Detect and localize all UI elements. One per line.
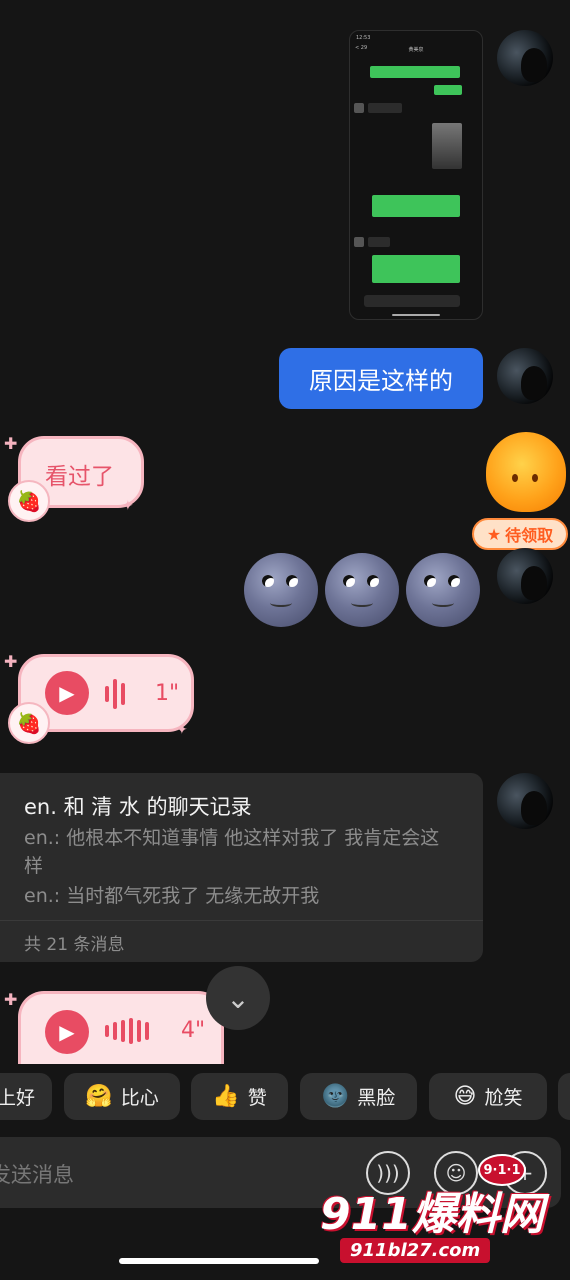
quick-reply-label: 上好 [0,1087,35,1109]
mini-white-bubble [368,237,390,247]
moon-emoji-icon [325,553,399,627]
play-icon[interactable]: ▶ [45,1010,89,1054]
outgoing-text-bubble[interactable]: 原因是这样的 [279,348,483,409]
outgoing-text: 原因是这样的 [309,367,453,395]
scroll-to-bottom-button[interactable]: ⌄ [206,966,270,1030]
watermark-logo: 9·1·1 911爆料网 911bl27.com [300,1154,568,1272]
mini-avatar [354,237,364,247]
waveform-icon [105,679,125,709]
mini-time: 12:53 [356,35,371,41]
quick-reply-chip[interactable]: 🤗 比心 [64,1073,180,1120]
mini-white-bubble [368,103,402,113]
chat-history-title: en. 和 清 水 的聊天记录 [24,795,252,819]
mini-home-indicator [392,314,440,316]
strawberry-badge-icon: 🍓 [8,702,50,744]
chat-history-line: en.: 当时都气死我了 无缘无故开我 [24,885,320,907]
incoming-text: 看过了 [45,464,114,490]
sparkle-icon: ✚ [4,434,18,453]
quick-reply-label: 黑脸 [357,1087,396,1109]
mascot-icon[interactable] [486,432,566,512]
quick-reply-label: 比心 [120,1087,159,1109]
quick-reply-chip[interactable] [558,1073,570,1120]
quick-reply-bar: 上好 🤗 比心 👍 赞 🌚 黑脸 😅 尬笑 [0,1064,570,1126]
input-placeholder: 发送消息 [0,1163,74,1187]
chat-history-card[interactable]: en. 和 清 水 的聊天记录 en.: 他根本不知道事情 他这样对我了 我肯定… [0,773,483,962]
sparkle-icon: ✚ [4,652,18,671]
mini-input [364,295,460,307]
chat-history-count: 共 21 条消息 [24,935,125,955]
heart-hands-icon: 🤗 [85,1084,113,1109]
moon-emoji-icon [244,553,318,627]
image-message[interactable]: 12:53 < 29 黄美泉 [349,30,483,320]
my-avatar[interactable] [497,773,553,829]
sweat-smile-icon: 😅 [453,1084,477,1109]
quick-reply-chip[interactable]: 🌚 黑脸 [300,1073,417,1120]
quick-reply-chip[interactable]: 上好 [0,1073,52,1120]
waveform-icon [105,1018,149,1044]
mini-green-bubble [434,85,462,95]
home-indicator[interactable] [119,1258,319,1264]
claim-reward-button[interactable]: ★ 待领取 [472,518,568,550]
moon-face-icon: 🌚 [321,1084,350,1109]
quick-reply-label: 赞 [247,1087,267,1109]
quick-reply-chip[interactable]: 😅 尬笑 [429,1073,547,1120]
mini-status-bar: 12:53 < 29 黄美泉 [350,31,482,57]
sparkle-icon: ✦ [176,722,188,738]
sparkle-icon: ✚ [4,990,18,1009]
moon-emoji-icon [406,553,480,627]
quick-reply-label: 尬笑 [484,1087,523,1109]
quick-reply-chip[interactable]: 👍 赞 [191,1073,288,1120]
chevron-down-icon: ⌄ [226,981,250,1015]
voice-duration: 1" [155,681,180,706]
chat-history-line: en.: 他根本不知道事情 他这样对我了 我肯定会这样 [24,827,440,877]
mini-green-bubble [372,255,460,283]
my-avatar[interactable] [497,348,553,404]
strawberry-badge-icon: 🍓 [8,480,50,522]
mini-photo [432,123,462,169]
my-avatar[interactable] [497,30,553,86]
watermark-brand: 911爆料网 [320,1189,544,1240]
thumbs-up-icon: 👍 [212,1084,240,1109]
mini-contact-name: 黄美泉 [408,47,424,53]
mini-avatar [354,103,364,113]
play-icon[interactable]: ▶ [45,671,89,715]
voice-duration: 4" [181,1018,206,1043]
divider [0,920,483,921]
star-icon: ★ [486,524,502,544]
sparkle-icon: ✦ [122,498,134,514]
mini-green-bubble [370,66,460,78]
my-avatar[interactable] [497,548,553,604]
mini-green-bubble [372,195,460,217]
watermark-url: 911bl27.com [340,1238,491,1263]
claim-label: 待领取 [505,526,554,545]
voice-message-bubble[interactable]: ▶ 4" [18,991,224,1064]
